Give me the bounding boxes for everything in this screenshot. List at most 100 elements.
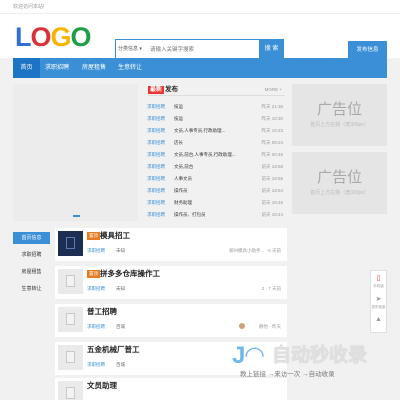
ad-subtitle: 首页上方右侧（宽300px） xyxy=(310,190,369,196)
search-button[interactable]: 搜 索 xyxy=(259,39,284,60)
news-category[interactable]: 求职招聘 xyxy=(147,102,165,111)
page: 欢迎访问本站! LOGO 分类信息 ▾ 搜 索 发布信息 首页 求职招聘 房屋租… xyxy=(0,0,400,400)
ad-slot[interactable]: 广告位 首页上方右侧（宽300px） xyxy=(292,152,387,214)
job-meta: 2 · 7 天前 xyxy=(261,286,281,291)
news-category[interactable]: 求职招聘 xyxy=(147,114,165,123)
mobile-version-button[interactable]: ▯ 手机版 xyxy=(371,272,386,292)
slide-indicator[interactable] xyxy=(73,215,80,217)
publish-button[interactable]: 发布信息 xyxy=(348,41,387,59)
watermark: J◠ 自动秒收录 教上链接 →来访一次 →自动收录 xyxy=(232,338,390,388)
image-placeholder-icon xyxy=(66,387,75,399)
news-title[interactable]: 操作员 xyxy=(174,186,239,195)
job-title[interactable]: 拼多多仓库操作工 xyxy=(100,269,160,279)
news-title[interactable]: 文员,人事专员,行政助理... xyxy=(174,126,239,135)
job-category[interactable]: 求职招聘 xyxy=(87,323,105,330)
image-placeholder-icon xyxy=(66,275,75,287)
listing-thumbnail[interactable] xyxy=(58,269,83,294)
job-location: 未知 xyxy=(116,286,125,291)
pinned-badge: 置顶 xyxy=(87,270,100,278)
image-placeholder-icon xyxy=(66,237,75,249)
news-row[interactable]: 求职招聘 操作员、打包员 前天 19:44 xyxy=(147,210,285,219)
job-listing[interactable]: 普工招聘 求职招聘 百城 静怡 · 昨天 xyxy=(55,304,287,337)
news-date: 前天 19:48 xyxy=(261,200,283,205)
publish-tool-button[interactable]: ➤ 发布信息 xyxy=(371,293,386,313)
news-date: 昨天 21:36 xyxy=(261,104,283,109)
listing-thumbnail[interactable] xyxy=(58,307,83,332)
job-listing[interactable]: 置顶 模具招工 求职招聘 未知 郑州模具小助手... · 6 天前 xyxy=(55,228,287,261)
news-title[interactable]: 技运 xyxy=(174,114,239,123)
news-date: 昨天 09:24 xyxy=(261,140,283,145)
news-title[interactable]: 文员,前台,人事专员,行政助理... xyxy=(174,150,239,159)
job-title[interactable]: 模具招工 xyxy=(100,231,130,241)
ad-title: 广告位 xyxy=(316,101,362,118)
news-title[interactable]: 技运 xyxy=(174,102,239,111)
slideshow-banner[interactable] xyxy=(13,84,138,221)
ad-slot[interactable]: 广告位 首页上方右侧（宽300px） xyxy=(292,84,387,146)
watermark-slogan: 教上链接 →来访一次 →自动收录 xyxy=(240,371,335,378)
menu-item-housing[interactable]: 房屋租售 xyxy=(13,266,50,278)
news-row[interactable]: 求职招聘 财务助理 前天 19:48 xyxy=(147,198,285,207)
listing-thumbnail[interactable] xyxy=(58,231,83,256)
more-link[interactable]: MORE + xyxy=(265,86,282,94)
latest-title: 发布 xyxy=(165,86,178,93)
search-category-select[interactable]: 分类信息 ▾ xyxy=(118,40,146,59)
news-row[interactable]: 求职招聘 操作员 前天 19:54 xyxy=(147,186,285,195)
news-row[interactable]: 求职招聘 技运 昨天 21:36 xyxy=(147,102,285,111)
latest-posts-header: 最新 发布 MORE + xyxy=(148,86,285,96)
news-category[interactable]: 求职招聘 xyxy=(147,150,165,159)
news-date: 昨天 10:30 xyxy=(261,116,283,121)
listing-thumbnail[interactable] xyxy=(58,381,83,400)
job-title[interactable]: 文员助理 xyxy=(87,381,117,391)
tool-label: 手机版 xyxy=(373,284,384,288)
news-category[interactable]: 求职招聘 xyxy=(147,138,165,147)
news-row[interactable]: 求职招聘 文员,前台,人事专员,行政助理... 昨天 00:46 xyxy=(147,150,285,159)
watermark-text: 自动秒收录 xyxy=(272,345,368,366)
menu-item-jobs[interactable]: 求职招聘 xyxy=(13,249,50,261)
back-to-top-button[interactable]: ▲ xyxy=(371,313,386,333)
news-title[interactable]: 店长 xyxy=(174,138,239,147)
nav-item-jobs[interactable]: 求职招聘 xyxy=(40,58,74,78)
job-meta: 郑州模具小助手... · 6 天前 xyxy=(228,248,281,253)
latest-tag: 最新 xyxy=(148,86,165,94)
news-category[interactable]: 求职招聘 xyxy=(147,186,165,195)
news-category[interactable]: 求职招聘 xyxy=(147,210,165,219)
menu-item-business[interactable]: 生意转让 xyxy=(13,283,50,295)
job-title[interactable]: 普工招聘 xyxy=(87,307,117,317)
nav-item-business[interactable]: 生意转让 xyxy=(113,58,147,78)
news-category[interactable]: 求职招聘 xyxy=(147,162,165,171)
news-date: 前天 19:44 xyxy=(261,212,283,217)
news-row[interactable]: 求职招聘 技运 昨天 10:30 xyxy=(147,114,285,123)
listing-thumbnail[interactable] xyxy=(58,345,83,370)
send-icon: ➤ xyxy=(375,296,382,303)
site-logo[interactable]: LOGO xyxy=(15,22,92,52)
job-meta: 静怡 · 昨天 xyxy=(259,324,281,329)
news-title[interactable]: 人事文员 xyxy=(174,174,239,183)
nav-item-home[interactable]: 首页 xyxy=(13,58,40,78)
job-listing[interactable]: 置顶 拼多多仓库操作工 求职招聘 未知 2 · 7 天前 xyxy=(55,266,287,299)
pinned-badge: 置顶 xyxy=(87,232,100,240)
news-row[interactable]: 求职招聘 文员,人事专员,行政助理... 昨天 10:23 xyxy=(147,126,285,135)
job-category[interactable]: 求职招聘 xyxy=(87,285,105,292)
news-row[interactable]: 求职招聘 人事文员 前天 19:55 xyxy=(147,174,285,183)
job-title[interactable]: 五金机械厂普工 xyxy=(87,345,140,355)
news-category[interactable]: 求职招聘 xyxy=(147,198,165,207)
ad-title: 广告位 xyxy=(316,169,362,186)
logo-letter: O xyxy=(30,22,52,52)
nav-item-housing[interactable]: 房屋租售 xyxy=(77,58,111,78)
news-date: 昨天 00:46 xyxy=(261,152,283,157)
news-title[interactable]: 文员,前台 xyxy=(174,162,239,171)
news-category[interactable]: 求职招聘 xyxy=(147,174,165,183)
job-category[interactable]: 求职招聘 xyxy=(87,361,105,368)
news-row[interactable]: 求职招聘 店长 昨天 09:24 xyxy=(147,138,285,147)
news-date: 昨天 10:23 xyxy=(261,128,283,133)
search-input[interactable] xyxy=(150,40,250,59)
news-title[interactable]: 操作员、打包员 xyxy=(174,210,239,219)
job-category[interactable]: 求职招聘 xyxy=(87,247,105,254)
watermark-logo-icon: J◠ xyxy=(232,342,264,369)
menu-item-all[interactable]: 首页信息 xyxy=(13,232,50,244)
phone-icon: ▯ xyxy=(376,275,381,282)
news-row[interactable]: 求职招聘 文员,前台 前天 19:58 xyxy=(147,162,285,171)
news-category[interactable]: 求职招聘 xyxy=(147,126,165,135)
ad-subtitle: 首页上方右侧（宽300px） xyxy=(310,122,369,128)
news-title[interactable]: 财务助理 xyxy=(174,198,239,207)
